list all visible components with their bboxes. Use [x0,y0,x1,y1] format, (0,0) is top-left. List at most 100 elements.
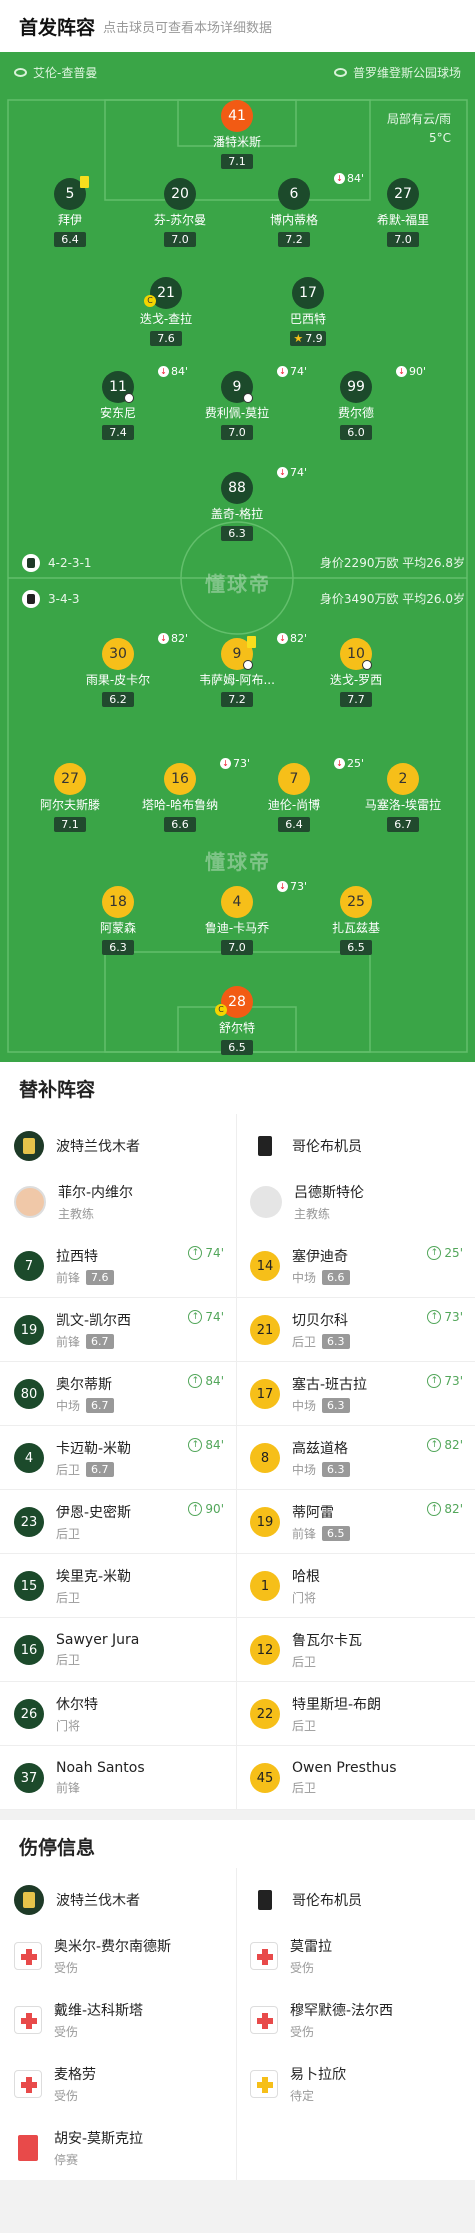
sub-rating: 6.5 [322,1526,350,1541]
player-41[interactable]: 41 潘特米斯 7.1 [185,100,289,169]
player-21[interactable]: 21 C 迭戈-查拉 7.6 [114,277,218,346]
player-10[interactable]: 10 迭戈-罗西 7.7 [304,638,408,707]
sub-player[interactable]: 15 埃里克-米勒 后卫 [0,1554,237,1618]
lineup-hint: 点击球员可查看本场详细数据 [103,20,273,36]
subs-team-row: 波特兰伐木者 哥伦布机员 [0,1114,475,1178]
sub-player[interactable]: 14 塞伊迪奇 中场 6.6 ↑ 25' [238,1234,475,1298]
player-28[interactable]: 28 C 舒尔特 6.5 [185,986,289,1055]
player-99[interactable]: 99 ↓ 90' 费尔德 6.0 [304,365,426,440]
away-formation: 3-4-3 [22,590,80,608]
sub-number: 23 [14,1507,44,1537]
player-number: 41 [221,100,253,132]
away-coach[interactable]: 吕德斯特伦 主教练 [238,1170,475,1234]
injured-player[interactable]: 穆罕默德-法尔西 受伤 [238,1988,475,2052]
sub-position: 前锋 [292,1527,317,1541]
sub-number: 7 [14,1251,44,1281]
player-rating: 6.0 [340,425,372,440]
player-2[interactable]: 2 马塞洛-埃雷拉 6.7 [351,763,455,832]
sub-player[interactable]: 37 Noah Santos 前锋 [0,1746,237,1810]
sub-name: Owen Presthus [292,1760,397,1776]
player-6[interactable]: 6 ↓ 84' 博内蒂格 7.2 [242,172,364,247]
sub-player[interactable]: 12 鲁瓦尔卡瓦 后卫 [238,1618,475,1682]
sub-event: ↓ 73' [277,880,307,893]
sub-position: 后卫 [56,1463,81,1477]
injury-home-team[interactable]: 波特兰伐木者 [0,1868,237,1932]
injury-status: 待定 [290,2089,315,2103]
subs-home-team[interactable]: 波特兰伐木者 [0,1114,237,1178]
injured-player[interactable]: 莫雷拉 受伤 [238,1924,475,1988]
injury-away-team[interactable]: 哥伦布机员 [238,1868,475,1932]
player-rating: 7.0 [387,232,419,247]
injured-player[interactable]: 胡安-莫斯克拉 停赛 [0,2116,237,2180]
player-name: 巴西特 [289,312,326,326]
sub-player[interactable]: 17 塞古-班古拉 中场 6.3 ↑ 73' [238,1362,475,1426]
sub-player[interactable]: 1 哈根 门将 [238,1554,475,1618]
injury-icon [250,1942,278,1970]
player-16[interactable]: 16 ↓ 73' 塔哈-哈布鲁纳 6.6 [128,757,250,832]
player-9[interactable]: 9 ↓ 82' 韦萨姆-阿布... 7.2 [185,632,307,707]
injured-name: 穆罕默德-法尔西 [290,2003,394,2019]
sub-player[interactable]: 26 休尔特 门将 [0,1682,237,1746]
injured-name: 胡安-莫斯克拉 [54,2131,144,2147]
player-27[interactable]: 27 阿尔夫斯滕 7.1 [18,763,122,832]
sub-event: ↓ 82' [277,632,307,645]
sub-player[interactable]: 80 奥尔蒂斯 中场 6.7 ↑ 84' [0,1362,237,1426]
sub-off-icon: ↓ [158,633,169,644]
yellow-card-icon [80,176,89,188]
sub-player[interactable]: 45 Owen Presthus 后卫 [238,1746,475,1810]
sub-name: 拉西特 [56,1249,98,1265]
sub-on-icon: ↑ [427,1502,442,1516]
player-88[interactable]: 88 ↓ 74' 盖奇-格拉 6.3 [185,466,307,541]
player-rating: 7.1 [54,817,86,832]
injured-player[interactable]: 易卜拉欣 待定 [238,2052,475,2116]
player-name: 费尔德 [337,406,374,420]
player-4[interactable]: 4 ↓ 73' 鲁迪-卡马乔 7.0 [185,880,307,955]
sub-player[interactable]: 23 伊恩-史密斯 后卫 ↑ 90' [0,1490,237,1554]
player-name: 马塞洛-埃雷拉 [364,798,442,812]
injured-player[interactable]: 戴维-达科斯塔 受伤 [0,1988,237,2052]
sub-player[interactable]: 19 蒂阿雷 前锋 6.5 ↑ 82' [238,1490,475,1554]
player-25[interactable]: 25 扎瓦兹基 6.5 [304,886,408,955]
injury-row: 胡安-莫斯克拉 停赛 [0,2116,475,2180]
sub-player[interactable]: 22 特里斯坦-布朗 后卫 [238,1682,475,1746]
sub-player[interactable]: 8 高兹道格 中场 6.3 ↑ 82' [238,1426,475,1490]
sub-on-time: ↑ 74' [188,1310,224,1324]
player-20[interactable]: 20 芬-苏尔曼 7.0 [128,178,232,247]
player-11[interactable]: 11 ↓ 84' 安东尼 7.4 [66,365,188,440]
player-7[interactable]: 7 ↓ 25' 迪伦-尚博 6.4 [242,757,364,832]
player-5[interactable]: 5 拜伊 6.4 [18,176,122,247]
player-rating: 7.7 [340,692,372,707]
player-rating: 6.7 [387,817,419,832]
sub-name: Sawyer Jura [56,1632,140,1648]
player-18[interactable]: 18 阿蒙森 6.3 [66,886,170,955]
sub-name: Noah Santos [56,1760,145,1776]
player-number: 6 ↓ 84' [278,172,364,210]
player-17[interactable]: 17 巴西特 ★ 7.9 [256,277,360,346]
sub-position: 中场 [292,1271,317,1285]
player-number: 16 ↓ 73' [164,757,250,795]
captain-icon: C [215,1004,227,1016]
injured-player[interactable]: 麦格劳 受伤 [0,2052,237,2116]
player-9[interactable]: 9 ↓ 74' 费利佩-莫拉 7.0 [185,365,307,440]
sub-name: 卡迈勒-米勒 [56,1441,132,1457]
injured-player[interactable]: 奥米尔-费尔南德斯 受伤 [0,1924,237,1988]
sub-number: 14 [250,1251,280,1281]
sub-player[interactable]: 21 切贝尔科 后卫 6.3 ↑ 73' [238,1298,475,1362]
home-coach[interactable]: 菲尔-内维尔 主教练 [0,1170,237,1234]
injured-name: 易卜拉欣 [290,2067,346,2083]
sub-name: 塞伊迪奇 [292,1249,348,1265]
player-27[interactable]: 27 希默-福里 7.0 [351,178,455,247]
sub-player[interactable]: 4 卡迈勒-米勒 后卫 6.7 ↑ 84' [0,1426,237,1490]
sub-player[interactable]: 7 拉西特 前锋 7.6 ↑ 74' [0,1234,237,1298]
player-number: 2 [387,763,419,795]
sub-rating: 6.7 [86,1398,114,1413]
player-name: 博内蒂格 [269,213,318,227]
player-30[interactable]: 30 ↓ 82' 雨果-皮卡尔 6.2 [66,632,188,707]
sub-player[interactable]: 19 凯文-凯尔西 前锋 6.7 ↑ 74' [0,1298,237,1362]
subs-away-team[interactable]: 哥伦布机员 [238,1114,475,1178]
sub-player[interactable]: 16 Sawyer Jura 后卫 [0,1618,237,1682]
injury-status: 受伤 [54,2025,79,2039]
injury-row: 奥米尔-费尔南德斯 受伤 莫雷拉 受伤 [0,1924,475,1988]
sub-name: 蒂阿雷 [292,1505,334,1521]
sub-row: 26 休尔特 门将 22 特里斯坦-布朗 后卫 [0,1682,475,1746]
